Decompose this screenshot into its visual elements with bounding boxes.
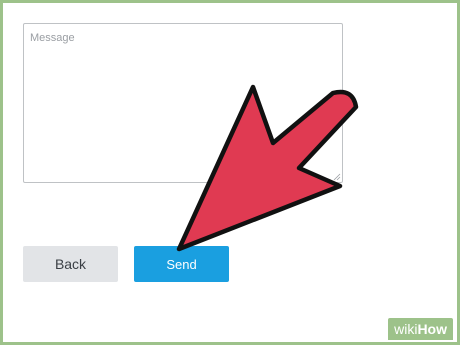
wikihow-watermark: wiki How bbox=[388, 318, 453, 340]
back-button[interactable]: Back bbox=[23, 246, 118, 282]
message-textarea[interactable] bbox=[23, 23, 343, 183]
watermark-how-text: How bbox=[417, 321, 447, 337]
screenshot-frame: Back Send wikiHow bbox=[3, 3, 457, 342]
watermark-wiki-text: wiki bbox=[394, 321, 418, 337]
resize-handle-icon[interactable] bbox=[333, 173, 341, 181]
send-button[interactable]: Send bbox=[134, 246, 229, 282]
